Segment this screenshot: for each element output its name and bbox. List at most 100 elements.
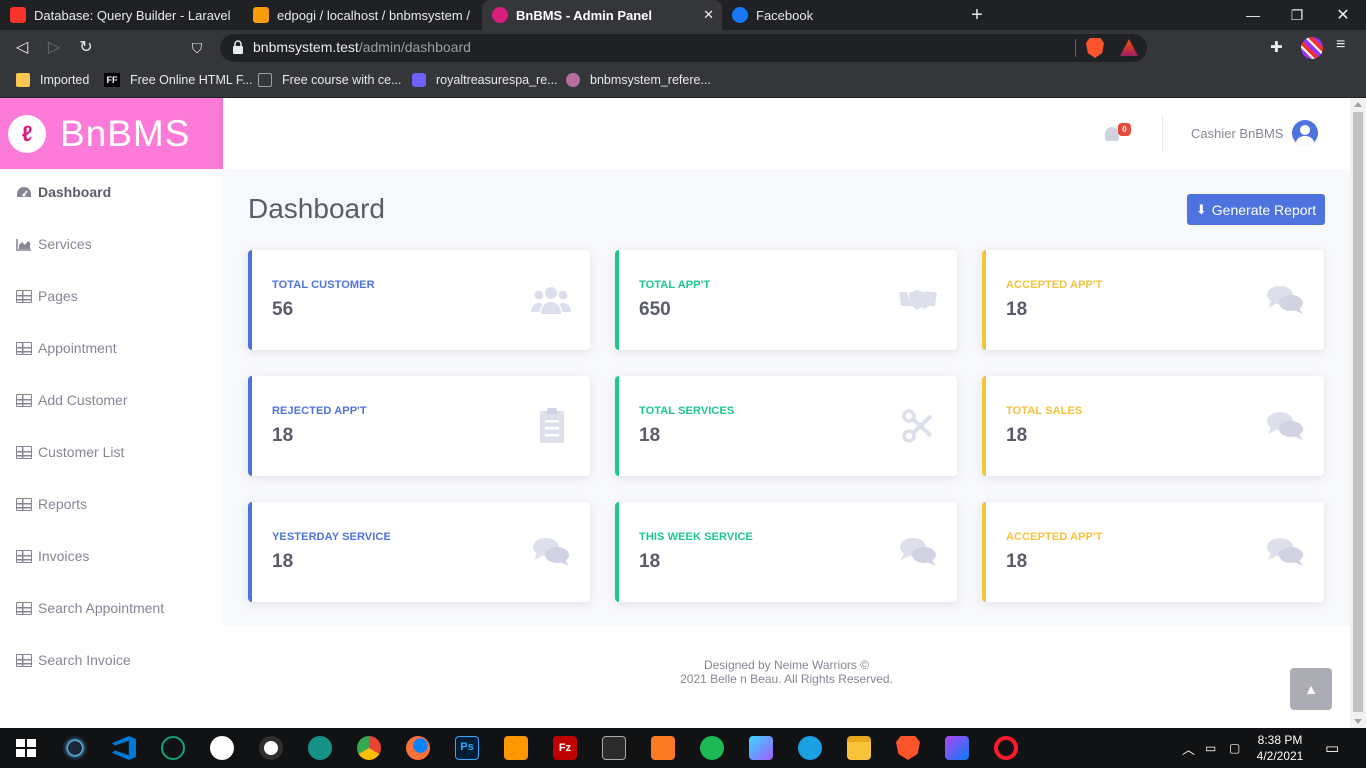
edge-icon[interactable] (798, 736, 822, 760)
sidebar-item-services[interactable]: Services (0, 224, 223, 264)
sidebar-item-invoices[interactable]: Invoices (0, 536, 223, 576)
sidebar-item-dashboard[interactable]: Dashboard (0, 172, 223, 212)
download-icon: ⬇ (1195, 201, 1207, 217)
menu-icon[interactable]: ≡ (1336, 36, 1345, 54)
user-name[interactable]: Cashier BnBMS (1191, 126, 1283, 141)
stat-label: ACCEPTED APP'T (1006, 279, 1103, 291)
bnbms-favicon-icon (492, 7, 508, 23)
stat-label: TOTAL SALES (1006, 405, 1083, 417)
sidebar-item-customer-list[interactable]: Customer List (0, 432, 223, 472)
sidebar-item-reports[interactable]: Reports (0, 484, 223, 524)
brand-name: BnBMS (60, 112, 191, 154)
app-launcher-icon[interactable] (749, 736, 773, 760)
minimize-button[interactable]: — (1230, 0, 1276, 30)
sidebar-item-search-appointment[interactable]: Search Appointment (0, 588, 223, 628)
notifications-icon[interactable]: ▭ (1325, 728, 1339, 768)
stat-card-total-sales: TOTAL SALES 18 (982, 376, 1324, 476)
rd-icon (258, 73, 272, 87)
bookmark-icon[interactable]: ⛉ (187, 38, 207, 58)
smiley-icon[interactable] (210, 736, 234, 760)
brand-logo-icon: ℓ (8, 114, 46, 153)
browser-tab-facebook[interactable]: Facebook (722, 0, 960, 30)
generate-report-button[interactable]: ⬇ Generate Report (1187, 194, 1325, 225)
gitkraken-icon[interactable] (308, 736, 332, 760)
db-icon (412, 73, 426, 87)
network-icon[interactable]: ▢ (1229, 728, 1240, 768)
stat-value: 18 (1006, 425, 1028, 446)
page-scrollbar[interactable] (1350, 98, 1366, 728)
stat-card-total-appointments: TOTAL APP'T 650 (615, 250, 957, 350)
steam-icon[interactable] (63, 736, 87, 760)
chart-area-icon (16, 238, 31, 251)
brand-header[interactable]: ℓ BnBMS (0, 98, 223, 169)
stat-label: REJECTED APP'T (272, 405, 367, 417)
sidebar-item-search-invoice[interactable]: Search Invoice (0, 640, 223, 680)
restore-button[interactable]: ❐ (1274, 0, 1320, 30)
windows-start-icon[interactable] (14, 736, 38, 760)
bell-icon[interactable] (1105, 127, 1119, 141)
bookmark-free-course[interactable]: Free course with ce... (258, 73, 402, 87)
browser-tab-bnbms[interactable]: BnBMS - Admin Panel ✕ (482, 0, 722, 30)
stat-label: ACCEPTED APP'T (1006, 531, 1103, 543)
topbar-divider (1162, 116, 1163, 152)
browser-tab-laravel[interactable]: Database: Query Builder - Laravel - Th (0, 0, 242, 30)
phpstorm-icon[interactable] (945, 736, 969, 760)
reload-icon[interactable]: ↻ (76, 38, 96, 58)
sidebar-item-pages[interactable]: Pages (0, 276, 223, 316)
obs-icon[interactable] (259, 736, 283, 760)
address-bar[interactable]: bnbmsystem.test/admin/dashboard (220, 34, 1147, 62)
lock-icon (233, 40, 243, 54)
taskbar-clock[interactable]: 8:38 PM 4/2/2021 (1255, 732, 1305, 764)
sidebar-item-label: Pages (38, 288, 78, 304)
filezilla-icon[interactable]: Fz (553, 736, 577, 760)
sidebar-item-appointment[interactable]: Appointment (0, 328, 223, 368)
terminal-icon[interactable] (602, 736, 626, 760)
table-icon (16, 289, 32, 303)
brave-rewards-icon[interactable] (1120, 39, 1138, 56)
bookmark-bnbmsystem[interactable]: bnbmsystem_refere... (566, 73, 711, 87)
sidebar-item-add-customer[interactable]: Add Customer (0, 380, 223, 420)
new-tab-button[interactable]: + (966, 4, 988, 26)
profile-avatar[interactable] (1301, 37, 1323, 59)
vscode-icon[interactable] (112, 736, 136, 760)
chrome-icon[interactable] (357, 736, 381, 760)
table-icon (16, 549, 32, 563)
close-window-button[interactable]: ✕ (1320, 0, 1366, 30)
opera-icon[interactable] (994, 736, 1018, 760)
bookmark-royaltreasurespa[interactable]: royaltreasurespa_re... (412, 73, 558, 87)
battery-icon[interactable]: ▭ (1205, 728, 1216, 768)
stat-card-rejected-appointments: REJECTED APP'T 18 (248, 376, 590, 476)
sublime-text-icon[interactable] (504, 736, 528, 760)
user-avatar-icon[interactable] (1292, 120, 1318, 146)
scroll-up-arrow-icon[interactable] (1354, 102, 1362, 107)
photoshop-icon[interactable]: Ps (455, 736, 479, 760)
stat-card-accepted-appointments-2: ACCEPTED APP'T 18 (982, 502, 1324, 602)
stat-label: TOTAL CUSTOMER (272, 279, 375, 291)
file-explorer-icon[interactable] (847, 736, 871, 760)
facebook-icon (732, 7, 748, 23)
scrollbar-thumb[interactable] (1353, 112, 1363, 712)
browser-tab-strip: Database: Query Builder - Laravel - Th e… (0, 0, 1366, 30)
close-tab-icon[interactable]: ✕ (703, 7, 714, 23)
stat-value: 18 (272, 551, 294, 572)
brave-shields-icon[interactable] (1086, 38, 1104, 58)
browser-tab-phpmyadmin[interactable]: edpogi / localhost / bnbmsystem / us (243, 0, 481, 30)
extensions-icon[interactable]: ✚ (1270, 38, 1288, 56)
laravel-icon (10, 7, 26, 23)
scroll-to-top-button[interactable]: ▲ (1290, 668, 1332, 710)
stat-label: YESTERDAY SERVICE (272, 531, 391, 543)
back-icon[interactable]: ◁ (12, 38, 32, 58)
tray-chevron-icon[interactable]: ︿ (1182, 728, 1195, 768)
scissors-icon (897, 408, 939, 444)
brave-taskbar-icon[interactable] (896, 736, 920, 760)
forward-icon[interactable]: ▷ (44, 38, 64, 58)
table-icon (16, 393, 32, 407)
bookmark-html-formatter[interactable]: FF Free Online HTML F... (104, 73, 253, 87)
chatgpt-icon[interactable] (161, 736, 185, 760)
firefox-icon[interactable] (406, 736, 430, 760)
spotify-icon[interactable] (700, 736, 724, 760)
xampp-icon[interactable] (651, 736, 675, 760)
stat-value: 18 (272, 425, 294, 446)
scroll-down-arrow-icon[interactable] (1354, 719, 1362, 724)
bookmark-imported[interactable]: Imported (16, 73, 89, 87)
